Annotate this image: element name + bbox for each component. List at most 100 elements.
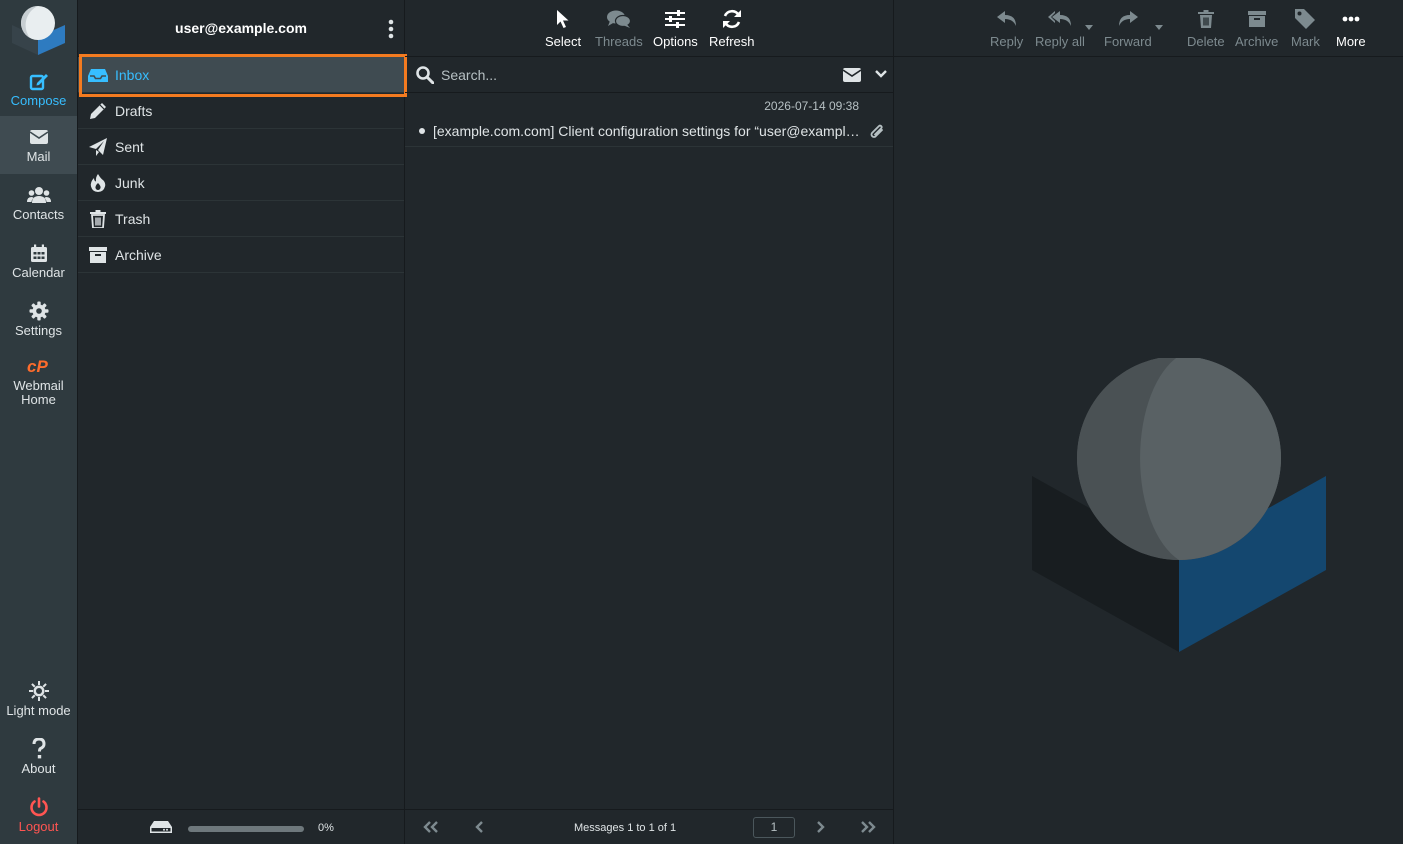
refresh-icon xyxy=(722,8,742,30)
threads-label: Threads xyxy=(595,34,643,49)
mark-button[interactable]: Mark xyxy=(1291,0,1320,57)
next-page-icon[interactable] xyxy=(815,821,825,833)
ellipsis-icon xyxy=(1342,8,1360,30)
compose-icon xyxy=(29,70,49,92)
folder-sent[interactable]: Sent xyxy=(78,129,404,165)
forward-icon xyxy=(1118,8,1138,30)
search-input[interactable] xyxy=(441,63,821,87)
paperclip-icon xyxy=(869,122,885,140)
fire-icon xyxy=(88,173,108,193)
message-subject: [example.com.com] Client configuration s… xyxy=(433,123,861,139)
folder-junk[interactable]: Junk xyxy=(78,165,404,201)
more-button[interactable]: More xyxy=(1336,0,1366,57)
reply-icon xyxy=(996,8,1017,30)
folder-panel: user@example.com Inbox Drafts Sent Junk … xyxy=(77,0,407,844)
reply-all-button[interactable]: Reply all xyxy=(1035,0,1085,57)
about-button[interactable]: About xyxy=(0,728,77,786)
roundcube-logo[interactable] xyxy=(10,3,67,55)
gear-icon xyxy=(29,300,49,322)
archive-button[interactable]: Archive xyxy=(1235,0,1278,57)
app-navigation: Compose Mail Contacts Calendar Settings … xyxy=(0,0,77,844)
quota-percent: 0% xyxy=(318,822,334,834)
folder-menu-icon[interactable] xyxy=(386,18,396,40)
reply-all-label: Reply all xyxy=(1035,34,1085,49)
folder-archive[interactable]: Archive xyxy=(78,237,404,273)
pencil-icon xyxy=(88,101,108,121)
folder-trash[interactable]: Trash xyxy=(78,201,404,237)
select-button[interactable]: Select xyxy=(545,0,581,57)
mail-label: Mail xyxy=(26,149,51,164)
threads-button[interactable]: Threads xyxy=(595,0,643,57)
delete-label: Delete xyxy=(1187,34,1225,49)
reply-button[interactable]: Reply xyxy=(990,0,1023,57)
users-icon xyxy=(26,184,51,206)
more-label: More xyxy=(1336,34,1366,49)
light-mode-button[interactable]: Light mode xyxy=(0,670,77,728)
select-label: Select xyxy=(545,34,582,49)
options-label: Options xyxy=(653,34,698,49)
first-page-icon[interactable] xyxy=(423,821,439,833)
message-count: Messages 1 to 1 of 1 xyxy=(574,822,677,834)
delete-button[interactable]: Delete xyxy=(1187,0,1225,57)
calendar-label: Calendar xyxy=(12,265,65,280)
folder-label: Archive xyxy=(115,246,162,263)
svg-text:cP: cP xyxy=(27,357,48,375)
mail-button[interactable]: Mail xyxy=(0,116,77,174)
chevron-down-icon[interactable] xyxy=(875,70,887,78)
options-button[interactable]: Options xyxy=(653,0,698,57)
power-icon xyxy=(29,796,49,818)
search-scope-envelope-icon[interactable] xyxy=(843,68,861,82)
quota-bar: 0% xyxy=(78,809,404,844)
contacts-label: Contacts xyxy=(12,207,65,222)
folder-header: user@example.com xyxy=(78,0,404,57)
logout-button[interactable]: Logout xyxy=(0,786,77,844)
light-mode-label: Light mode xyxy=(6,703,71,718)
trash-icon xyxy=(88,209,108,229)
account-name: user@example.com xyxy=(175,20,307,36)
settings-button[interactable]: Settings xyxy=(0,290,77,348)
reply-all-dropdown-caret-icon[interactable] xyxy=(1085,25,1093,30)
trash-icon xyxy=(1197,8,1214,30)
refresh-label: Refresh xyxy=(709,34,755,49)
folder-inbox[interactable]: Inbox xyxy=(78,57,404,93)
search-icon[interactable] xyxy=(416,66,434,84)
folder-label: Inbox xyxy=(115,66,150,83)
forward-button[interactable]: Forward xyxy=(1104,0,1152,57)
about-label: About xyxy=(21,761,56,776)
hard-drive-icon xyxy=(150,820,172,834)
folder-label: Junk xyxy=(115,174,145,191)
folder-drafts[interactable]: Drafts xyxy=(78,93,404,129)
message-preview-panel: Reply Reply all Forward Delete Archive M… xyxy=(894,0,1403,844)
last-page-icon[interactable] xyxy=(860,821,876,833)
archive-label: Archive xyxy=(1235,34,1279,49)
refresh-button[interactable]: Refresh xyxy=(709,0,755,57)
mark-label: Mark xyxy=(1291,34,1320,49)
contacts-button[interactable]: Contacts xyxy=(0,174,77,232)
list-toolbar: Select Threads Options Refresh xyxy=(405,0,893,57)
reply-all-icon xyxy=(1047,8,1072,30)
folder-label: Trash xyxy=(115,210,151,227)
previous-page-icon[interactable] xyxy=(475,821,485,833)
forward-dropdown-caret-icon[interactable] xyxy=(1155,25,1163,30)
message-row[interactable]: 2026-07-14 09:38 [example.com.com] Clien… xyxy=(405,93,893,147)
cpanel-icon: cP xyxy=(27,355,51,377)
message-list-panel: Select Threads Options Refresh Search...… xyxy=(405,0,894,844)
paper-plane-icon xyxy=(88,137,108,157)
search-bar xyxy=(405,57,893,93)
webmail-home-label: Webmail Home xyxy=(13,378,64,407)
calendar-button[interactable]: Calendar xyxy=(0,232,77,290)
message-date: 2026-07-14 09:38 xyxy=(764,99,859,113)
roundcube-watermark-logo xyxy=(1031,358,1327,654)
compose-button[interactable]: Compose xyxy=(0,60,77,118)
webmail-home-button[interactable]: cP Webmail Home xyxy=(0,352,77,410)
envelope-icon xyxy=(29,126,49,148)
folder-label: Sent xyxy=(115,138,144,155)
calendar-icon xyxy=(30,242,48,264)
reply-label: Reply xyxy=(990,34,1024,49)
forward-label: Forward xyxy=(1104,34,1152,49)
quota-progress xyxy=(188,826,304,832)
folder-label: Drafts xyxy=(115,102,153,119)
page-number-input[interactable]: 1 xyxy=(753,817,795,838)
sliders-icon xyxy=(665,8,686,30)
question-icon xyxy=(32,738,46,760)
